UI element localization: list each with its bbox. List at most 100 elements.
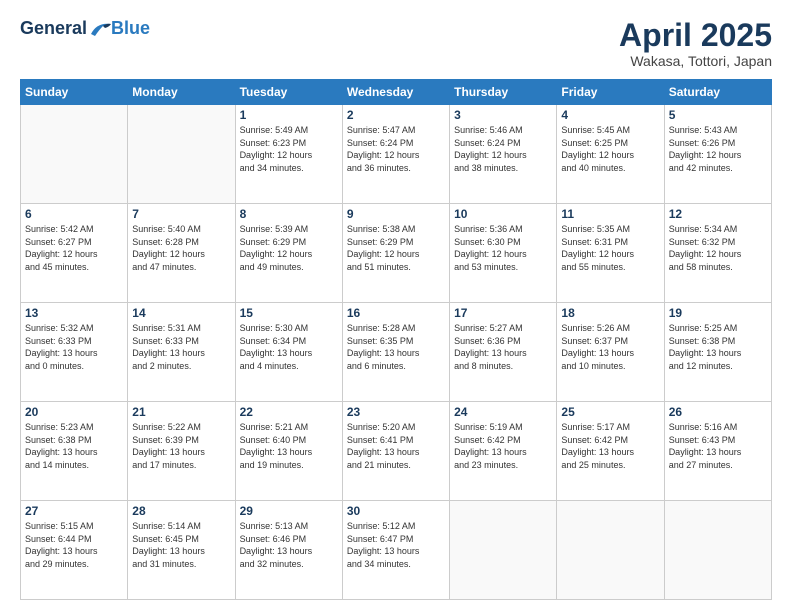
day-number: 1 <box>240 108 338 122</box>
calendar-cell: 14 Sunrise: 5:31 AM Sunset: 6:33 PM Dayli… <box>128 303 235 402</box>
day-info: Sunrise: 5:49 AM Sunset: 6:23 PM Dayligh… <box>240 124 338 174</box>
day-info: Sunrise: 5:14 AM Sunset: 6:45 PM Dayligh… <box>132 520 230 570</box>
calendar-cell: 25 Sunrise: 5:17 AM Sunset: 6:42 PM Dayli… <box>557 402 664 501</box>
day-info: Sunrise: 5:28 AM Sunset: 6:35 PM Dayligh… <box>347 322 445 372</box>
calendar-cell: 11 Sunrise: 5:35 AM Sunset: 6:31 PM Dayli… <box>557 204 664 303</box>
calendar-cell <box>450 501 557 600</box>
day-info: Sunrise: 5:32 AM Sunset: 6:33 PM Dayligh… <box>25 322 123 372</box>
day-number: 8 <box>240 207 338 221</box>
column-header-tuesday: Tuesday <box>235 80 342 105</box>
logo-general: General <box>20 18 87 39</box>
day-info: Sunrise: 5:42 AM Sunset: 6:27 PM Dayligh… <box>25 223 123 273</box>
day-info: Sunrise: 5:21 AM Sunset: 6:40 PM Dayligh… <box>240 421 338 471</box>
calendar-cell: 18 Sunrise: 5:26 AM Sunset: 6:37 PM Dayli… <box>557 303 664 402</box>
day-number: 11 <box>561 207 659 221</box>
day-info: Sunrise: 5:26 AM Sunset: 6:37 PM Dayligh… <box>561 322 659 372</box>
day-number: 7 <box>132 207 230 221</box>
day-number: 28 <box>132 504 230 518</box>
day-info: Sunrise: 5:36 AM Sunset: 6:30 PM Dayligh… <box>454 223 552 273</box>
header: General Blue April 2025 Wakasa, Tottori,… <box>20 18 772 69</box>
calendar-cell: 10 Sunrise: 5:36 AM Sunset: 6:30 PM Dayli… <box>450 204 557 303</box>
calendar-cell: 19 Sunrise: 5:25 AM Sunset: 6:38 PM Dayli… <box>664 303 771 402</box>
calendar-cell: 4Sunrise: 5:45 AM Sunset: 6:25 PM Daylig… <box>557 105 664 204</box>
day-info: Sunrise: 5:31 AM Sunset: 6:33 PM Dayligh… <box>132 322 230 372</box>
day-number: 6 <box>25 207 123 221</box>
calendar-cell: 17 Sunrise: 5:27 AM Sunset: 6:36 PM Dayli… <box>450 303 557 402</box>
calendar-cell: 26 Sunrise: 5:16 AM Sunset: 6:43 PM Dayli… <box>664 402 771 501</box>
logo: General Blue <box>20 18 150 39</box>
day-number: 25 <box>561 405 659 419</box>
day-number: 10 <box>454 207 552 221</box>
day-number: 15 <box>240 306 338 320</box>
day-number: 23 <box>347 405 445 419</box>
calendar-cell: 23 Sunrise: 5:20 AM Sunset: 6:41 PM Dayli… <box>342 402 449 501</box>
day-info: Sunrise: 5:35 AM Sunset: 6:31 PM Dayligh… <box>561 223 659 273</box>
logo-bird-icon <box>89 20 111 38</box>
day-info: Sunrise: 5:20 AM Sunset: 6:41 PM Dayligh… <box>347 421 445 471</box>
day-number: 27 <box>25 504 123 518</box>
calendar-cell: 13 Sunrise: 5:32 AM Sunset: 6:33 PM Dayli… <box>21 303 128 402</box>
location: Wakasa, Tottori, Japan <box>619 53 772 69</box>
day-number: 5 <box>669 108 767 122</box>
title-block: April 2025 Wakasa, Tottori, Japan <box>619 18 772 69</box>
calendar-cell: 20Sunrise: 5:23 AM Sunset: 6:38 PM Dayli… <box>21 402 128 501</box>
day-info: Sunrise: 5:27 AM Sunset: 6:36 PM Dayligh… <box>454 322 552 372</box>
calendar-cell: 12Sunrise: 5:34 AM Sunset: 6:32 PM Dayli… <box>664 204 771 303</box>
day-info: Sunrise: 5:34 AM Sunset: 6:32 PM Dayligh… <box>669 223 767 273</box>
calendar-cell: 9Sunrise: 5:38 AM Sunset: 6:29 PM Daylig… <box>342 204 449 303</box>
calendar-cell: 30 Sunrise: 5:12 AM Sunset: 6:47 PM Dayli… <box>342 501 449 600</box>
column-header-saturday: Saturday <box>664 80 771 105</box>
day-number: 18 <box>561 306 659 320</box>
day-number: 13 <box>25 306 123 320</box>
day-number: 24 <box>454 405 552 419</box>
week-row-2: 6 Sunrise: 5:42 AM Sunset: 6:27 PM Daylig… <box>21 204 772 303</box>
column-header-friday: Friday <box>557 80 664 105</box>
day-info: Sunrise: 5:16 AM Sunset: 6:43 PM Dayligh… <box>669 421 767 471</box>
day-number: 19 <box>669 306 767 320</box>
header-row: SundayMondayTuesdayWednesdayThursdayFrid… <box>21 80 772 105</box>
calendar-cell: 29Sunrise: 5:13 AM Sunset: 6:46 PM Dayli… <box>235 501 342 600</box>
day-info: Sunrise: 5:15 AM Sunset: 6:44 PM Dayligh… <box>25 520 123 570</box>
day-number: 30 <box>347 504 445 518</box>
week-row-3: 13 Sunrise: 5:32 AM Sunset: 6:33 PM Dayli… <box>21 303 772 402</box>
day-info: Sunrise: 5:39 AM Sunset: 6:29 PM Dayligh… <box>240 223 338 273</box>
calendar-cell <box>128 105 235 204</box>
week-row-5: 27 Sunrise: 5:15 AM Sunset: 6:44 PM Dayli… <box>21 501 772 600</box>
calendar-cell: 24Sunrise: 5:19 AM Sunset: 6:42 PM Dayli… <box>450 402 557 501</box>
day-number: 4 <box>561 108 659 122</box>
day-info: Sunrise: 5:47 AM Sunset: 6:24 PM Dayligh… <box>347 124 445 174</box>
calendar-cell: 8 Sunrise: 5:39 AM Sunset: 6:29 PM Daylig… <box>235 204 342 303</box>
day-number: 3 <box>454 108 552 122</box>
day-info: Sunrise: 5:38 AM Sunset: 6:29 PM Dayligh… <box>347 223 445 273</box>
day-info: Sunrise: 5:12 AM Sunset: 6:47 PM Dayligh… <box>347 520 445 570</box>
day-info: Sunrise: 5:23 AM Sunset: 6:38 PM Dayligh… <box>25 421 123 471</box>
calendar-cell: 6 Sunrise: 5:42 AM Sunset: 6:27 PM Daylig… <box>21 204 128 303</box>
calendar-cell <box>557 501 664 600</box>
month-title: April 2025 <box>619 18 772 53</box>
calendar-cell <box>21 105 128 204</box>
day-number: 26 <box>669 405 767 419</box>
calendar-table: SundayMondayTuesdayWednesdayThursdayFrid… <box>20 79 772 600</box>
calendar-cell: 5Sunrise: 5:43 AM Sunset: 6:26 PM Daylig… <box>664 105 771 204</box>
column-header-monday: Monday <box>128 80 235 105</box>
calendar-cell: 28 Sunrise: 5:14 AM Sunset: 6:45 PM Dayli… <box>128 501 235 600</box>
day-number: 21 <box>132 405 230 419</box>
day-info: Sunrise: 5:17 AM Sunset: 6:42 PM Dayligh… <box>561 421 659 471</box>
day-number: 17 <box>454 306 552 320</box>
column-header-wednesday: Wednesday <box>342 80 449 105</box>
day-info: Sunrise: 5:30 AM Sunset: 6:34 PM Dayligh… <box>240 322 338 372</box>
day-number: 14 <box>132 306 230 320</box>
calendar-cell <box>664 501 771 600</box>
calendar-cell: 2 Sunrise: 5:47 AM Sunset: 6:24 PM Daylig… <box>342 105 449 204</box>
day-info: Sunrise: 5:40 AM Sunset: 6:28 PM Dayligh… <box>132 223 230 273</box>
day-number: 2 <box>347 108 445 122</box>
week-row-1: 1 Sunrise: 5:49 AM Sunset: 6:23 PM Daylig… <box>21 105 772 204</box>
day-number: 22 <box>240 405 338 419</box>
calendar-cell: 7 Sunrise: 5:40 AM Sunset: 6:28 PM Daylig… <box>128 204 235 303</box>
calendar-cell: 1 Sunrise: 5:49 AM Sunset: 6:23 PM Daylig… <box>235 105 342 204</box>
calendar-cell: 16Sunrise: 5:28 AM Sunset: 6:35 PM Dayli… <box>342 303 449 402</box>
day-info: Sunrise: 5:25 AM Sunset: 6:38 PM Dayligh… <box>669 322 767 372</box>
column-header-sunday: Sunday <box>21 80 128 105</box>
calendar-cell: 27 Sunrise: 5:15 AM Sunset: 6:44 PM Dayli… <box>21 501 128 600</box>
logo-blue: Blue <box>111 18 150 39</box>
